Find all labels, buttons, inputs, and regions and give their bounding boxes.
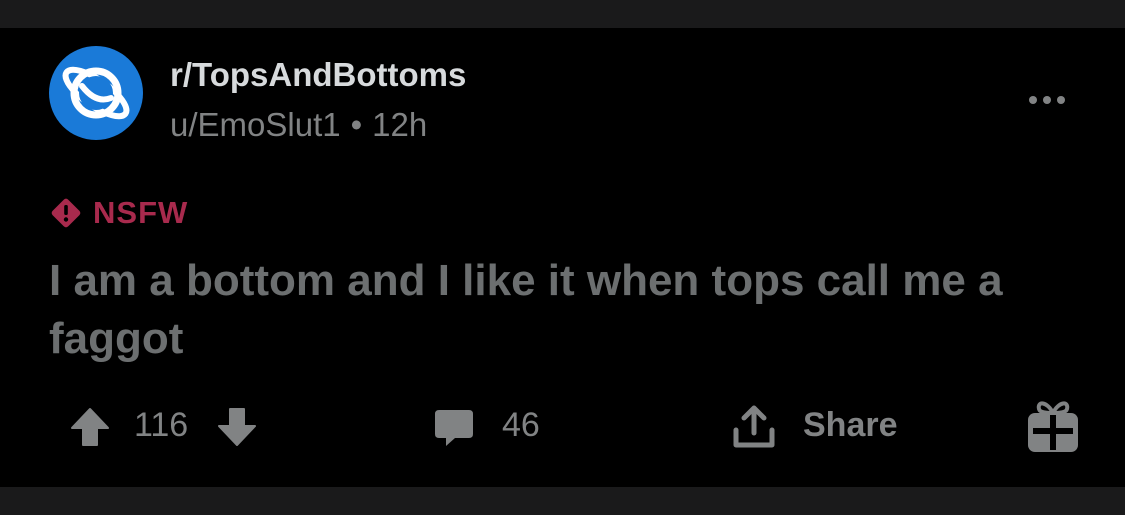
nsfw-label: NSFW [93,195,189,230]
share-button[interactable]: Share [803,405,898,445]
author-name[interactable]: u/EmoSlut1 [170,106,341,143]
warning-diamond-icon [51,198,81,228]
share-upload-icon [733,405,775,448]
post-title[interactable]: I am a bottom and I like it when tops ca… [49,252,1089,368]
upvote-button[interactable] [70,407,110,447]
comments-button[interactable] [433,407,475,449]
post-age: 12h [372,106,428,143]
gift-award-icon [1028,401,1078,452]
comment-bubble-icon [435,410,473,446]
upvote-arrow-icon [71,408,109,446]
more-options-icon [1029,96,1065,104]
more-options-button[interactable] [1028,90,1066,110]
downvote-button[interactable] [217,407,257,447]
meta-separator: • [350,106,363,143]
planet-icon [49,46,143,140]
vote-score: 116 [134,406,189,444]
top-separator [0,0,1125,28]
award-button[interactable] [1025,397,1081,455]
post-meta: u/EmoSlut1 • 12h [170,106,427,144]
nsfw-tag: NSFW [49,193,188,233]
share-button-icon-wrap[interactable] [731,405,777,451]
bottom-separator [0,487,1125,515]
comment-count: 46 [502,406,540,444]
subreddit-avatar[interactable] [49,46,143,140]
subreddit-name[interactable]: r/TopsAndBottoms [170,56,466,94]
post-actions-bar: 116 46 Share [0,395,1125,459]
downvote-arrow-icon [218,408,256,446]
